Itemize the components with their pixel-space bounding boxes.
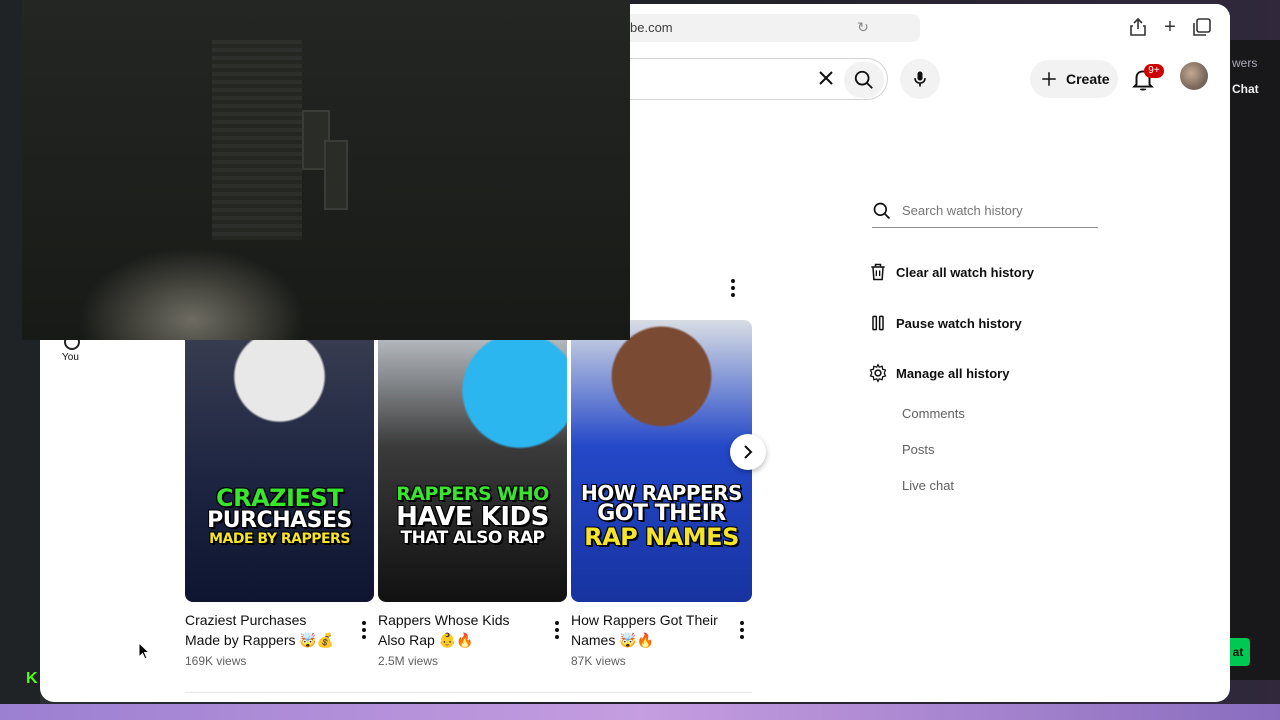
short-card[interactable]: RAPPERS WHO HAVE KIDS THAT ALSO RAP Rapp… — [378, 320, 567, 668]
clear-history-button[interactable]: Clear all watch history — [868, 260, 1034, 284]
search-icon — [873, 202, 891, 219]
thumb-text-line: MADE BY RAPPERS — [209, 531, 350, 547]
short-card[interactable]: CRAZIEST PURCHASES MADE BY RAPPERS Crazi… — [185, 320, 374, 668]
short-thumbnail[interactable]: CRAZIEST PURCHASES MADE BY RAPPERS — [185, 320, 374, 602]
new-tab-icon[interactable]: + — [1160, 17, 1180, 37]
history-search-input[interactable] — [902, 203, 1082, 218]
webcam-wall-frame — [324, 140, 348, 210]
voice-search-button[interactable] — [900, 59, 940, 99]
search-icon — [854, 70, 873, 89]
viewers-label: wers — [1232, 56, 1258, 70]
short-title[interactable]: Craziest Purchases Made by Rappers 🤯💰 — [185, 610, 345, 650]
webcam-window-blind — [212, 40, 302, 240]
short-thumbnail[interactable]: RAPPERS WHO HAVE KIDS THAT ALSO RAP — [378, 320, 567, 602]
chevron-right-icon — [744, 445, 753, 459]
thumb-text-line: GOT THEIR — [597, 501, 726, 526]
history-link-comments[interactable]: Comments — [902, 406, 965, 421]
more-actions-icon[interactable] — [354, 618, 374, 642]
reload-icon[interactable]: ↻ — [854, 19, 872, 37]
microphone-icon — [914, 71, 926, 87]
thumb-text-line: HAVE KIDS — [396, 502, 549, 532]
close-icon[interactable] — [814, 66, 838, 90]
thumb-text-line: THAT ALSO RAP — [400, 528, 546, 548]
desktop-dock-edge — [0, 704, 1280, 720]
more-actions-icon[interactable] — [732, 618, 752, 642]
manage-history-button[interactable]: Manage all history — [868, 361, 1009, 385]
more-actions-icon[interactable] — [547, 618, 567, 642]
thumb-text-line: PURCHASES — [207, 508, 352, 533]
manage-history-label: Manage all history — [896, 365, 1010, 381]
kick-logo-icon: K — [26, 670, 38, 687]
shelf-divider — [185, 692, 752, 693]
address-text: be.com — [630, 20, 673, 35]
thumb-text-line: CRAZIEST — [215, 484, 344, 512]
short-thumbnail[interactable]: HOW RAPPERS GOT THEIR RAP NAMES — [571, 320, 752, 602]
short-title[interactable]: How Rappers Got Their Names 🤯🔥 — [571, 610, 731, 650]
thumb-text-line: HOW RAPPERS — [581, 481, 742, 505]
plus-icon — [1042, 72, 1056, 86]
background-stream-panel: wers Chat at — [1226, 40, 1280, 680]
notifications-badge: 9+ — [1144, 64, 1164, 78]
short-views: 87K views — [571, 654, 626, 668]
pause-icon — [872, 315, 884, 331]
history-link-posts[interactable]: Posts — [902, 442, 935, 457]
shelf-more-icon[interactable] — [724, 276, 742, 300]
pause-history-button[interactable]: Pause watch history — [868, 311, 1022, 335]
guide-item-you[interactable]: You — [62, 352, 79, 363]
create-button[interactable]: Create — [1030, 60, 1118, 98]
pause-history-label: Pause watch history — [896, 315, 1022, 331]
history-search[interactable] — [872, 194, 1098, 228]
chat-heading: Chat — [1232, 82, 1259, 96]
share-icon[interactable] — [1128, 17, 1148, 37]
tabs-overview-icon[interactable] — [1192, 17, 1212, 37]
short-card[interactable]: HOW RAPPERS GOT THEIR RAP NAMES How Rapp… — [571, 320, 760, 668]
trash-icon — [871, 263, 885, 281]
shelf-next-button[interactable] — [730, 434, 766, 470]
history-link-live-chat[interactable]: Live chat — [902, 478, 954, 493]
short-title[interactable]: Rappers Whose Kids Also Rap 👶🔥 — [378, 610, 538, 650]
avatar[interactable] — [1180, 62, 1208, 90]
clear-history-label: Clear all watch history — [896, 264, 1034, 280]
create-label: Create — [1066, 71, 1110, 87]
thumb-text-line: RAP NAMES — [584, 523, 739, 551]
webcam-overlay — [22, 0, 630, 340]
gear-icon — [869, 363, 887, 383]
short-views: 169K views — [185, 654, 247, 668]
short-views: 2.5M views — [378, 654, 439, 668]
search-button[interactable] — [844, 62, 884, 98]
mouse-cursor-icon — [138, 642, 150, 660]
